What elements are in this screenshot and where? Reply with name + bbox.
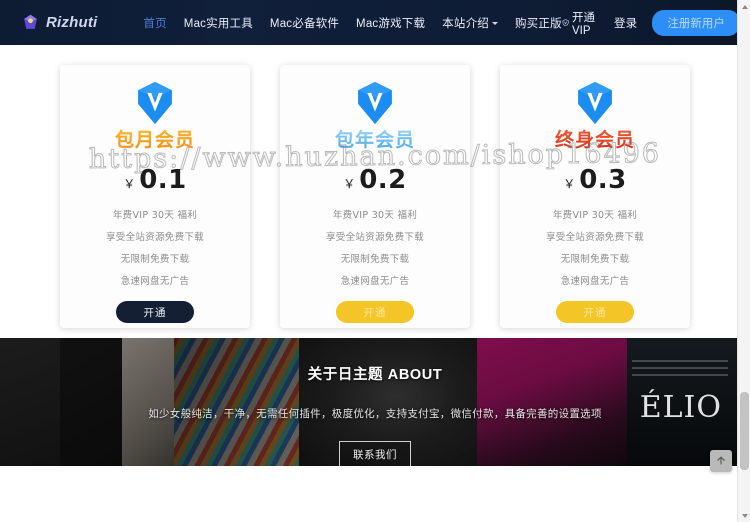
feature-item: 年费VIP 30天 福利 xyxy=(112,210,198,221)
about-content: 关于日主题 ABOUT 如少女般纯洁，干净，无需任何插件，极度优化，支持支付宝，… xyxy=(0,338,750,466)
footer-area xyxy=(0,450,750,522)
price-currency: ￥ xyxy=(563,177,576,191)
pricing-card-price: ￥ 0.3 xyxy=(563,165,627,195)
brand-name: Rizhuti xyxy=(46,14,98,31)
nav-item-mac-games[interactable]: Mac游戏下载 xyxy=(356,15,425,31)
brand-logo[interactable]: Rizhuti xyxy=(22,14,97,31)
feature-item: 急速网盘无广告 xyxy=(560,276,630,287)
vertical-scrollbar[interactable] xyxy=(737,0,750,522)
nav-menu: 首页 Mac实用工具 Mac必备软件 Mac游戏下载 本站介绍 购买正版 xyxy=(143,15,561,31)
scrollbar-down-button[interactable] xyxy=(738,509,750,522)
price-currency: ￥ xyxy=(343,177,356,191)
open-vip-label: 开通VIP xyxy=(571,11,595,37)
pricing-card-price: ￥ 0.2 xyxy=(343,165,407,195)
price-amount: 0.1 xyxy=(139,165,187,195)
chevron-down-icon xyxy=(491,21,498,25)
subscribe-button[interactable]: 开通 xyxy=(336,301,414,323)
feature-item: 无限制免费下载 xyxy=(120,254,190,265)
about-description: 如少女般纯洁，干净，无需任何插件，极度优化，支持支付宝，微信付款，具备完善的设置… xyxy=(148,408,602,420)
pricing-card-lifetime[interactable]: 终身会员 ￥ 0.3 年费VIP 30天 福利 享受全站资源免费下载 无限制免费… xyxy=(500,65,690,328)
nav-item-about-site-label: 本站介绍 xyxy=(442,17,489,30)
v-badge-icon xyxy=(578,81,612,125)
chevron-up-icon xyxy=(741,4,748,9)
chevron-down-icon xyxy=(741,513,748,518)
pricing-card-features: 年费VIP 30天 福利 享受全站资源免费下载 无限制免费下载 急速网盘无广告 xyxy=(106,207,204,287)
pricing-card-price: ￥ 0.1 xyxy=(123,165,187,195)
subscribe-button[interactable]: 开通 xyxy=(556,301,634,323)
feature-item: 无限制免费下载 xyxy=(340,254,410,265)
scrollbar-up-button[interactable] xyxy=(738,0,750,13)
price-amount: 0.3 xyxy=(579,165,627,195)
pricing-card-list: 包月会员 ￥ 0.1 年费VIP 30天 福利 享受全站资源免费下载 无限制免费… xyxy=(0,65,750,328)
subscribe-button[interactable]: 开通 xyxy=(116,301,194,323)
page-root: Rizhuti 首页 Mac实用工具 Mac必备软件 Mac游戏下载 本站介绍 … xyxy=(0,0,750,522)
feature-item: 享受全站资源免费下载 xyxy=(325,232,424,243)
feature-item: 年费VIP 30天 福利 xyxy=(332,210,418,221)
about-section: ÉLIO 关于日主题 ABOUT 如少女般纯洁，干净，无需任何插件，极度优化，支… xyxy=(0,338,750,466)
pricing-card-title: 包年会员 xyxy=(334,129,415,151)
nav-item-mac-software[interactable]: Mac必备软件 xyxy=(270,15,339,31)
login-link[interactable]: 登录 xyxy=(614,15,637,31)
feature-item: 急速网盘无广告 xyxy=(340,276,410,287)
feature-item: 急速网盘无广告 xyxy=(120,276,190,287)
pricing-card-features: 年费VIP 30天 福利 享受全站资源免费下载 无限制免费下载 急速网盘无广告 xyxy=(546,207,644,287)
gem-icon xyxy=(22,14,39,31)
about-heading: 关于日主题 ABOUT xyxy=(307,367,443,383)
pricing-section: 包月会员 ￥ 0.1 年费VIP 30天 福利 享受全站资源免费下载 无限制免费… xyxy=(0,45,750,338)
nav-item-home[interactable]: 首页 xyxy=(143,15,166,31)
pricing-card-yearly[interactable]: 包年会员 ￥ 0.2 年费VIP 30天 福利 享受全站资源免费下载 无限制免费… xyxy=(280,65,470,328)
contact-us-button[interactable]: 联系我们 xyxy=(339,441,411,466)
feature-item: 无限制免费下载 xyxy=(560,254,630,265)
price-amount: 0.2 xyxy=(359,165,407,195)
feature-item: 享受全站资源免费下载 xyxy=(545,232,644,243)
v-badge-icon xyxy=(358,81,392,125)
pricing-card-features: 年费VIP 30天 福利 享受全站资源免费下载 无限制免费下载 急速网盘无广告 xyxy=(326,207,424,287)
feature-item: 享受全站资源免费下载 xyxy=(105,232,204,243)
register-button[interactable]: 注册新用户 xyxy=(652,9,740,36)
scrollbar-thumb[interactable] xyxy=(740,392,749,470)
pricing-card-title: 包月会员 xyxy=(114,129,195,151)
nav-item-mac-tools[interactable]: Mac实用工具 xyxy=(184,15,253,31)
price-currency: ￥ xyxy=(123,177,136,191)
pricing-card-monthly[interactable]: 包月会员 ￥ 0.1 年费VIP 30天 福利 享受全站资源免费下载 无限制免费… xyxy=(60,65,250,328)
open-vip-link[interactable]: 开通VIP xyxy=(562,9,599,37)
feature-item: 年费VIP 30天 福利 xyxy=(552,210,638,221)
pricing-card-title: 终身会员 xyxy=(554,129,635,151)
nav-item-about-site[interactable]: 本站介绍 xyxy=(442,15,498,31)
shield-vip-icon xyxy=(562,19,569,26)
nav-right-group: 开通VIP 登录 注册新用户 xyxy=(562,9,750,37)
top-navigation-bar: Rizhuti 首页 Mac实用工具 Mac必备软件 Mac游戏下载 本站介绍 … xyxy=(0,0,750,45)
v-badge-icon xyxy=(138,81,172,125)
nav-item-buy-genuine[interactable]: 购买正版 xyxy=(515,15,562,31)
